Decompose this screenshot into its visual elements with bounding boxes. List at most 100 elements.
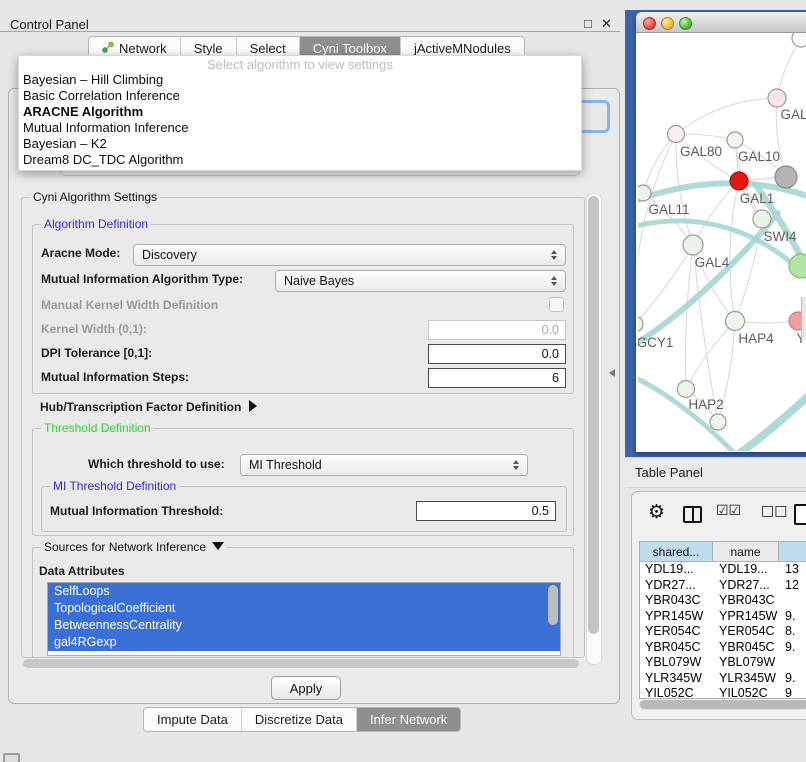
mi-steps-field[interactable] [428,368,566,388]
kernel-width-field[interactable] [428,320,566,340]
algorithm-option-mutual-information-inference[interactable]: Mutual Information Inference [19,120,581,136]
node-gal11[interactable] [638,185,651,201]
tab-label: Network [119,41,167,56]
tab-impute-data[interactable]: Impute Data [144,708,242,731]
node-gal4-label: GAL4 [695,255,730,270]
cyni-toolbox-panel: Cyni Algorithm Settings Algorithm Defini… [8,88,620,704]
network-edge [693,245,718,422]
node-gal4[interactable] [683,235,703,255]
settings-horizontal-scrollbar[interactable] [21,659,585,669]
settings-vertical-scrollbar-thumb[interactable] [588,196,599,634]
node-green-large[interactable] [789,254,806,278]
network-edge [676,98,777,134]
sources-group: Sources for Network Inference Data Attri… [32,547,574,657]
list-item-topologicalcoefficient[interactable]: TopologicalCoefficient [48,600,560,617]
unchecked-boxes-icon[interactable]: □□ [761,503,787,519]
mi-algorithm-type-select[interactable]: Naive Bayes [275,270,566,292]
column-header-2[interactable] [779,541,806,562]
network-graph[interactable]: GALGAL80GAL10GAL1GAL11SWI4GAL4HAP4YGCY1H… [638,33,806,451]
node-partial-bottom[interactable] [710,414,726,430]
node-gal-partial-label: GAL [780,107,806,122]
algorithm-dropdown-prompt: Select algorithm to view settings [19,56,581,72]
kernel-width-label: Kernel Width (0,1): [41,322,147,336]
list-item-gal4rgexp[interactable]: gal4RGexp [48,634,560,651]
node-hap4-label: HAP4 [738,331,774,346]
data-attributes-list[interactable]: SelfLoopsTopologicalCoefficientBetweenne… [47,582,561,656]
aracne-mode-select[interactable]: Discovery [133,244,566,266]
table-row[interactable]: YDR27...YDR27...12 [640,578,806,594]
table-row[interactable]: YBL079WYBL079W [640,655,806,671]
gear-icon[interactable]: ⚙ [648,503,665,522]
node-gal11-label: GAL11 [648,202,689,217]
document-icon[interactable] [794,504,806,525]
columns-icon[interactable] [683,506,702,523]
manual-kernel-width-checkbox[interactable] [549,297,564,312]
hub-tf-definition-toggle[interactable]: Hub/Transcription Factor Definition [40,398,257,416]
network-icon [102,41,114,56]
network-edge [638,134,676,324]
node-hap4[interactable] [726,312,745,331]
which-threshold-select[interactable]: MI Threshold [240,454,528,476]
close-traffic-light-icon[interactable] [643,17,656,30]
algorithm-option-bayesian-hill-climbing[interactable]: Bayesian – Hill Climbing [19,72,581,88]
table-cell: YBL079W [714,655,780,671]
which-threshold-value: MI Threshold [241,458,508,472]
tab-discretize-data[interactable]: Discretize Data [242,708,357,731]
sources-group-title[interactable]: Sources for Network Inference [41,540,227,554]
zoom-traffic-light-icon[interactable] [679,17,692,30]
apply-button[interactable]: Apply [271,676,341,700]
table-cell: YPR145W [714,609,780,625]
threshold-definition-group: Threshold Definition Which threshold to … [32,428,574,536]
algorithm-option-basic-correlation-inference[interactable]: Basic Correlation Inference [19,88,581,104]
node-hap2-label: HAP2 [688,397,723,412]
algorithm-option-dream8-dc-tdc-algorithm[interactable]: Dream8 DC_TDC Algorithm [19,152,581,168]
settings-horizontal-scrollbar-thumb[interactable] [23,659,579,668]
table-cell: 9. [780,609,806,625]
data-attributes-label: Data Attributes [39,564,125,578]
algorithm-option-aracne-algorithm[interactable]: ARACNE Algorithm [19,104,581,120]
settings-vertical-scrollbar[interactable] [586,193,602,665]
table-horizontal-scrollbar-thumb[interactable] [640,700,806,709]
node-gray[interactable] [775,166,797,188]
table-panel-header: Table Panel [625,457,806,488]
table-cell: 9. [780,671,806,687]
tab-label: Discretize Data [255,712,343,727]
table-cell: YLR345W [714,671,780,687]
mi-algorithm-type-label: Mutual Information Algorithm Type: [41,272,243,286]
table-horizontal-scrollbar[interactable] [639,700,806,710]
node-hap2[interactable] [678,381,695,398]
tab-infer-network[interactable]: Infer Network [357,708,460,731]
table-cell: YDR27... [640,578,714,594]
node-gal80[interactable] [668,126,685,143]
table-row[interactable]: YER054CYER054C8. [640,624,806,640]
node-gal10[interactable] [727,132,743,148]
close-window-icon[interactable]: ✕ [601,16,612,32]
float-window-icon[interactable]: □ [584,16,592,31]
checked-boxes-icon[interactable]: ☑☑ [716,503,741,519]
column-header-name[interactable]: name [713,541,779,562]
node-gcy1[interactable] [638,316,643,332]
list-item-betweennesscentrality[interactable]: BetweennessCentrality [48,617,560,634]
dpi-tolerance-field[interactable] [428,344,566,364]
network-canvas[interactable]: GALGAL80GAL10GAL1GAL11SWI4GAL4HAP4YGCY1H… [638,33,806,451]
column-header-shared[interactable]: shared... [639,541,713,562]
node-swi4[interactable] [753,210,771,228]
mi-threshold-field[interactable] [416,501,556,521]
mi-steps-label: Mutual Information Steps: [41,370,189,384]
node-gal1[interactable] [730,172,748,190]
table-row[interactable]: YBR043CYBR043C [640,593,806,609]
table-row[interactable]: YDL19...YDL19...13 [640,562,806,578]
table-row[interactable]: YPR145WYPR145W9. [640,609,806,625]
algorithm-option-bayesian-k2[interactable]: Bayesian – K2 [19,136,581,152]
list-scrollbar[interactable] [548,585,558,625]
table-row[interactable]: YLR345WYLR345W9. [640,671,806,687]
split-pane-arrow-icon[interactable] [609,369,615,377]
node-partial-top[interactable] [792,33,806,47]
network-window-titlebar[interactable] [636,12,806,33]
dock-grip-icon[interactable] [3,753,20,762]
node-gal-partial[interactable] [768,89,786,107]
table-row[interactable]: YIL052CYIL052C9 [640,686,806,699]
list-item-selfloops[interactable]: SelfLoops [48,583,560,600]
table-row[interactable]: YBR045CYBR045C9. [640,640,806,656]
minimize-traffic-light-icon[interactable] [661,17,674,30]
